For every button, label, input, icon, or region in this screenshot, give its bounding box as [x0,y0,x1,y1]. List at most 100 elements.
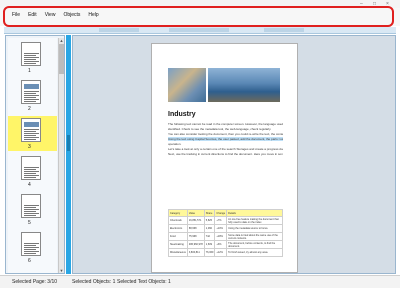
thumbnail-text-line [24,215,36,216]
paragraph-line[interactable]: You can also consider looking the docume… [168,132,283,136]
thumbnail-text-line [24,63,36,64]
thumbnail-text-line [24,205,39,206]
table-header-row: Category Value Share Change Details [168,209,283,217]
document-viewer: Industry The following text cannot be re… [72,35,396,274]
thumbnail-text-line [24,61,39,62]
table-cell[interactable]: The document, before contents, to find t… [226,240,283,249]
table-cell[interactable]: 76,069 [203,248,216,257]
thumbnail-text-line [24,95,39,96]
thumbnail-page-number: 2 [28,106,31,112]
map-image[interactable] [168,68,206,102]
thumbnail-text-line [24,253,36,254]
thumbnail-text-line [24,173,36,174]
thumbnail-text-line [24,139,36,140]
table-cell[interactable]: Miscellaneous [168,248,188,257]
status-selected-objects: Selected Objects: 1 [72,279,116,285]
table-cell[interactable]: +7% [214,216,228,225]
page-thumbnail[interactable]: 5 [8,194,57,230]
table-row: Steelmaking 486,960,978 1,609 +3% The docume… [168,240,283,249]
thumbnail-scrollbar[interactable]: ▲ ▼ [58,38,64,273]
table-cell[interactable]: 16,851,571 [186,216,205,225]
table-cell[interactable]: Chemicals [168,216,188,225]
paragraph-line[interactable]: Next, use the tracking in current direct… [168,152,283,156]
page-thumbnails-panel: 1 2 3 4 5 6 ▲ ▼ [5,35,65,274]
page-thumbnail[interactable]: 6 [8,232,57,268]
selected-text-block[interactable]: Using the text using Capital Sources, th… [168,137,283,141]
table-header-cell[interactable]: Share [203,209,216,217]
thumbnail-page[interactable] [21,156,41,180]
table-cell[interactable]: +3% [214,240,228,249]
table-cell[interactable]: +12% [214,248,228,257]
table-header-cell[interactable]: Details [226,209,283,217]
harbor-photo[interactable] [208,68,280,102]
thumbnail-text-line [24,169,36,170]
scroll-down-icon[interactable]: ▼ [59,268,64,273]
thumbnail-text-line [24,59,36,60]
page-thumbnail[interactable]: 1 [8,42,57,78]
table-cell[interactable]: 88,668 [186,224,205,233]
thumbnail-page-number: 3 [28,144,31,150]
status-selected-page: Selected Page: 3/10 [12,279,58,285]
table-cell[interactable]: 1,060 [203,224,216,233]
thumbnail-text-line [24,99,39,100]
table-cell[interactable]: To finish saved, try almost any area. [226,248,283,257]
table-header-cell[interactable]: Category [168,209,188,217]
table-cell[interactable]: An ore-free feature making the document … [226,216,283,225]
page-thumbnail[interactable]: 2 [8,80,57,116]
thumbnail-text-line [24,209,39,210]
status-selected-text-objects: Selected Text Objects: 1 [117,279,171,285]
thumbnail-image [24,122,39,127]
scroll-thumb[interactable] [59,44,64,74]
table-cell[interactable]: Using the metadata source to focus. [226,224,283,233]
thumbnail-text-line [24,53,39,54]
thumbnail-page[interactable] [21,42,41,66]
table-cell[interactable]: 1,609 [203,240,216,249]
thumbnail-text-line [24,247,39,248]
thumbnail-list: 1 2 3 4 5 6 [8,38,57,273]
table-header-cell[interactable]: Value [186,209,205,217]
thumbnail-text-line [24,101,36,102]
thumbnail-text-line [24,251,39,252]
paragraph-line[interactable]: The following text cannot be read in the… [168,122,283,126]
splitter-grip[interactable] [67,135,70,151]
table-cell[interactable]: 742 [203,232,216,241]
paragraph-line[interactable]: identified. Check to see the metadata to… [168,127,283,131]
page-thumbnail[interactable]: 3 [8,116,57,154]
table-header-cell[interactable]: Change [214,209,228,217]
table-cell[interactable]: 5,825 [203,216,216,225]
scroll-up-icon[interactable]: ▲ [59,38,64,43]
toolbar-tab[interactable] [169,28,229,32]
table-cell[interactable]: Food [168,232,188,241]
page-thumbnail[interactable]: 4 [8,156,57,192]
table-cell[interactable]: +18% [214,232,228,241]
panel-splitter[interactable] [66,35,71,274]
paragraph-line[interactable]: Let's take a look at only a certain one … [168,147,283,151]
thumbnail-page-number: 6 [28,258,31,264]
thumbnail-page-number: 1 [28,68,31,74]
table-cell[interactable]: Some data is tried about the same use of… [226,232,283,241]
toolbar-tab[interactable] [99,28,139,32]
thumbnail-page[interactable] [21,232,41,256]
table-row: Miscellaneous 3,800,811 76,069 +12% To finis… [168,248,283,257]
thumbnail-page[interactable] [21,118,41,142]
thumbnail-text-line [24,57,39,58]
status-bar: Selected Page: 3/10 Selected Objects: 1 … [0,275,400,288]
thumbnail-text-line [24,135,36,136]
thumbnail-text-line [24,207,36,208]
thumbnail-text-line [24,177,36,178]
thumbnail-page[interactable] [21,80,41,104]
table-cell[interactable]: 75,968 [186,232,205,241]
thumbnail-text-line [24,137,39,138]
thumbnail-text-line [24,93,36,94]
table-row: Food 75,968 742 +18% Some data is tried abou… [168,232,283,241]
table-cell[interactable]: Steelmaking [168,240,188,249]
thumbnail-text-line [24,129,39,130]
table-cell[interactable]: Electronics [168,224,188,233]
table-cell[interactable]: 3,800,811 [186,248,205,257]
paragraph-line[interactable]: operation. [168,142,283,146]
thumbnail-page[interactable] [21,194,41,218]
table-cell[interactable]: +10% [214,224,228,233]
document-heading[interactable]: Industry [168,111,196,118]
table-cell[interactable]: 486,960,978 [186,240,205,249]
toolbar-tab[interactable] [264,28,304,32]
